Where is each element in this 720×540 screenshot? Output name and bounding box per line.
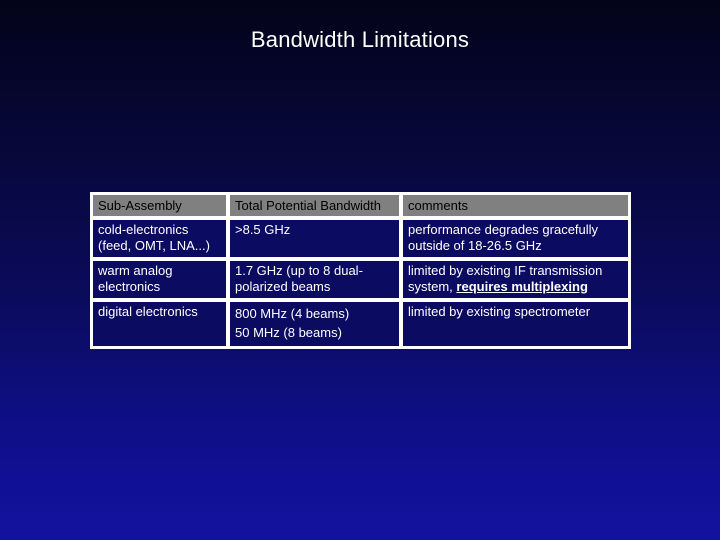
cell-text: cold-electronics bbox=[98, 222, 189, 237]
header-comments: comments bbox=[403, 195, 628, 216]
row-2-bandwidth: 1.7 GHz (up to 8 dual- polarized beams bbox=[230, 261, 399, 298]
row-2-comments: limited by existing IF transmission syst… bbox=[403, 261, 628, 298]
row-1-bandwidth: >8.5 GHz bbox=[230, 220, 399, 257]
cell-text: outside of 18-26.5 GHz bbox=[408, 238, 542, 253]
cell-text: limited by existing IF transmission bbox=[408, 263, 603, 278]
cell-text: system, bbox=[408, 279, 457, 294]
cell-text: limited by existing spectrometer bbox=[408, 304, 591, 319]
cell-text: warm analog bbox=[98, 263, 173, 278]
row-1-comments: performance degrades gracefully outside … bbox=[403, 220, 628, 257]
cell-text: 50 MHz (8 beams) bbox=[235, 325, 342, 340]
cell-text: digital electronics bbox=[98, 304, 198, 319]
cell-text: electronics bbox=[98, 279, 161, 294]
header-sub-assembly: Sub-Assembly bbox=[93, 195, 226, 216]
row-3-bandwidth: 800 MHz (4 beams) 50 MHz (8 beams) bbox=[230, 302, 399, 346]
emphasis-text: requires multiplexing bbox=[456, 279, 588, 294]
cell-text: performance degrades gracefully bbox=[408, 222, 599, 237]
cell-text: 1.7 GHz (up to 8 dual- bbox=[235, 263, 363, 278]
cell-text: 800 MHz (4 beams) bbox=[235, 306, 350, 321]
cell-text: polarized beams bbox=[235, 279, 331, 294]
cell-text: >8.5 GHz bbox=[235, 222, 291, 237]
cell-text: (feed, OMT, LNA...) bbox=[98, 238, 210, 253]
slide-title: Bandwidth Limitations bbox=[250, 27, 470, 52]
bandwidth-table: Sub-Assembly Total Potential Bandwidth c… bbox=[90, 192, 631, 349]
row-2-sub-assembly: warm analog electronics bbox=[93, 261, 226, 298]
header-total-potential-bandwidth: Total Potential Bandwidth bbox=[230, 195, 399, 216]
row-3-sub-assembly: digital electronics bbox=[93, 302, 226, 346]
cell-text-wrap: system, requires multiplexing bbox=[408, 279, 624, 295]
row-1-sub-assembly: cold-electronics (feed, OMT, LNA...) bbox=[93, 220, 226, 257]
row-3-comments: limited by existing spectrometer bbox=[403, 302, 628, 346]
